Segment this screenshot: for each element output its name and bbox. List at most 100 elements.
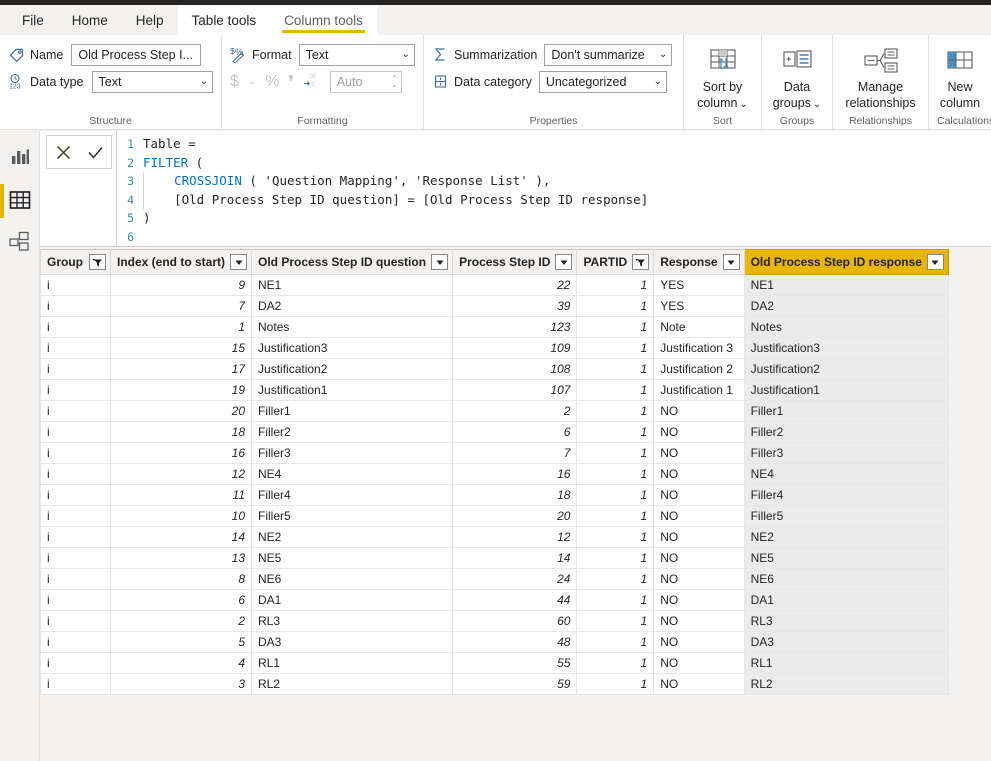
cancel-x-icon[interactable] xyxy=(49,138,77,166)
table-cell[interactable]: 108 xyxy=(452,358,578,380)
table-cell[interactable]: Justification 1 xyxy=(653,379,745,401)
table-cell[interactable]: 17 xyxy=(109,358,253,380)
table-row[interactable]: i 9 NE1 22 1 YES NE1 xyxy=(40,274,949,296)
table-cell[interactable]: NO xyxy=(653,610,745,632)
table-cell[interactable]: Filler1 xyxy=(251,400,454,422)
table-cell[interactable]: 1 xyxy=(576,463,655,485)
table-cell[interactable]: 107 xyxy=(452,379,578,401)
table-cell[interactable]: 7 xyxy=(452,442,578,464)
table-row[interactable]: i 19 Justification1 107 1 Justification 1 Just… xyxy=(40,379,949,401)
table-cell[interactable]: 1 xyxy=(109,316,253,338)
table-cell[interactable]: 19 xyxy=(109,379,253,401)
table-cell[interactable]: NO xyxy=(653,568,745,590)
table-row[interactable]: i 15 Justification3 109 1 Justification 3 Just… xyxy=(40,337,949,359)
table-cell[interactable]: RL3 xyxy=(743,610,949,632)
table-row[interactable]: i 5 DA3 48 1 NO DA3 xyxy=(40,631,949,653)
table-cell[interactable]: 1 xyxy=(576,337,655,359)
column-filter-dropdown-icon[interactable] xyxy=(555,254,573,270)
table-cell[interactable]: i xyxy=(40,442,111,464)
table-cell[interactable]: 11 xyxy=(109,484,253,506)
table-cell[interactable]: Justification1 xyxy=(743,379,949,401)
table-row[interactable]: i 2 RL3 60 1 NO RL3 xyxy=(40,610,949,632)
table-cell[interactable]: 1 xyxy=(576,652,655,674)
decrease-decimals-icon[interactable]: .00.0 xyxy=(303,72,319,92)
table-cell[interactable]: NO xyxy=(653,442,745,464)
dax-formula-editor[interactable]: 1 Table = 2 FILTER (3 CROSSJOIN ( 'Question… xyxy=(116,131,991,246)
summarization-select[interactable]: Don't summarize ⌄ xyxy=(544,43,673,66)
commit-check-icon[interactable] xyxy=(81,138,109,166)
table-cell[interactable]: NO xyxy=(653,589,745,611)
table-cell[interactable]: 16 xyxy=(109,442,253,464)
column-header-partid[interactable]: PARTID xyxy=(576,249,655,275)
table-cell[interactable]: 10 xyxy=(109,505,253,527)
table-cell[interactable]: 109 xyxy=(452,337,578,359)
table-row[interactable]: i 14 NE2 12 1 NO NE2 xyxy=(40,526,949,548)
new-column-button[interactable]: New column xyxy=(937,41,983,114)
table-cell[interactable]: Justification 3 xyxy=(653,337,745,359)
ribbon-tab-help[interactable]: Help xyxy=(122,5,178,35)
table-row[interactable]: i 16 Filler3 7 1 NO Filler3 xyxy=(40,442,949,464)
table-cell[interactable]: 12 xyxy=(109,463,253,485)
table-cell[interactable]: i xyxy=(40,631,111,653)
table-cell[interactable]: NE4 xyxy=(251,463,454,485)
data-groups-button[interactable]: Data groups ⌄ xyxy=(770,41,824,114)
table-row[interactable]: i 8 NE6 24 1 NO NE6 xyxy=(40,568,949,590)
dollar-sign-icon[interactable]: $ xyxy=(230,73,239,91)
table-cell[interactable]: 18 xyxy=(452,484,578,506)
table-cell[interactable]: i xyxy=(40,421,111,443)
table-cell[interactable]: 20 xyxy=(109,400,253,422)
table-cell[interactable]: NE5 xyxy=(743,547,949,569)
table-row[interactable]: i 10 Filler5 20 1 NO Filler5 xyxy=(40,505,949,527)
table-cell[interactable]: i xyxy=(40,589,111,611)
table-cell[interactable]: 55 xyxy=(452,652,578,674)
table-cell[interactable]: NO xyxy=(653,484,745,506)
sidebar-item-report-view[interactable] xyxy=(0,138,40,180)
table-cell[interactable]: 7 xyxy=(109,295,253,317)
table-cell[interactable]: Justification1 xyxy=(251,379,454,401)
column-filter-dropdown-icon[interactable] xyxy=(926,254,944,270)
table-cell[interactable]: NE6 xyxy=(743,568,949,590)
table-cell[interactable]: 1 xyxy=(576,505,655,527)
table-cell[interactable]: NE4 xyxy=(743,463,949,485)
table-cell[interactable]: 1 xyxy=(576,379,655,401)
column-header-process-step-id[interactable]: Process Step ID xyxy=(452,249,578,275)
column-header-old-process-step-id-response[interactable]: Old Process Step ID response xyxy=(743,249,949,275)
table-row[interactable]: i 13 NE5 14 1 NO NE5 xyxy=(40,547,949,569)
table-cell[interactable]: Filler4 xyxy=(251,484,454,506)
table-cell[interactable]: 15 xyxy=(109,337,253,359)
table-row[interactable]: i 3 RL2 59 1 NO RL2 xyxy=(40,673,949,695)
column-filter-dropdown-icon[interactable] xyxy=(230,254,248,270)
ribbon-tab-column-tools[interactable]: Column tools xyxy=(270,5,377,35)
table-cell[interactable]: DA3 xyxy=(251,631,454,653)
table-cell[interactable]: Justification2 xyxy=(743,358,949,380)
table-row[interactable]: i 6 DA1 44 1 NO DA1 xyxy=(40,589,949,611)
table-cell[interactable]: YES xyxy=(653,295,745,317)
table-row[interactable]: i 11 Filler4 18 1 NO Filler4 xyxy=(40,484,949,506)
table-cell[interactable]: Filler3 xyxy=(743,442,949,464)
table-cell[interactable]: i xyxy=(40,484,111,506)
table-cell[interactable]: NE1 xyxy=(743,274,949,296)
table-row[interactable]: i 7 DA2 39 1 YES DA2 xyxy=(40,295,949,317)
table-cell[interactable]: NO xyxy=(653,526,745,548)
table-cell[interactable]: 6 xyxy=(109,589,253,611)
table-cell[interactable]: Filler5 xyxy=(743,505,949,527)
table-cell[interactable]: i xyxy=(40,526,111,548)
table-cell[interactable]: NO xyxy=(653,547,745,569)
percent-icon[interactable]: % xyxy=(265,73,279,91)
table-row[interactable]: i 18 Filler2 6 1 NO Filler2 xyxy=(40,421,949,443)
table-cell[interactable]: i xyxy=(40,547,111,569)
column-header-response[interactable]: Response xyxy=(653,249,745,275)
table-cell[interactable]: i xyxy=(40,400,111,422)
table-cell[interactable]: Justification3 xyxy=(251,337,454,359)
table-cell[interactable]: RL1 xyxy=(251,652,454,674)
table-cell[interactable]: i xyxy=(40,673,111,695)
table-cell[interactable]: 6 xyxy=(452,421,578,443)
table-cell[interactable]: DA3 xyxy=(743,631,949,653)
table-cell[interactable]: 4 xyxy=(109,652,253,674)
table-cell[interactable]: 5 xyxy=(109,631,253,653)
table-cell[interactable]: 14 xyxy=(452,547,578,569)
table-cell[interactable]: 20 xyxy=(452,505,578,527)
table-cell[interactable]: RL2 xyxy=(251,673,454,695)
table-cell[interactable]: i xyxy=(40,505,111,527)
table-cell[interactable]: 39 xyxy=(452,295,578,317)
